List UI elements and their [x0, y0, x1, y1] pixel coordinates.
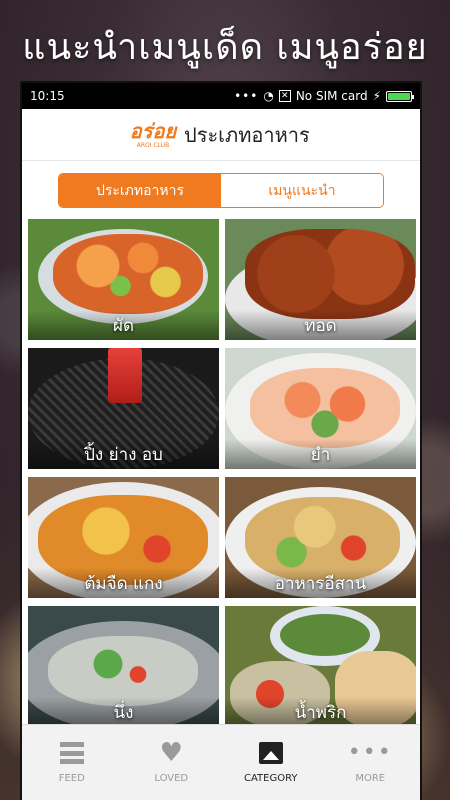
- nav-label: FEED: [58, 773, 85, 784]
- category-label: ทอด: [225, 310, 416, 340]
- image-icon: [258, 741, 284, 765]
- bottom-navigation: FEED ♥ LOVED CATEGORY ••• MORE: [22, 724, 420, 800]
- nav-label: CATEGORY: [243, 773, 298, 784]
- category-label: ปิ้ง ย่าง อบ: [28, 439, 219, 469]
- food-photo: [250, 368, 400, 448]
- status-bar: 10:15 ••• ◔ ✕ No SIM card ⚡: [22, 83, 420, 109]
- app-logo: อร่อย AROI CLUB: [130, 115, 176, 155]
- food-photo: [53, 234, 203, 314]
- food-photo: [280, 614, 370, 656]
- logo-subtext: AROI CLUB: [136, 142, 170, 149]
- food-photo: [48, 636, 198, 706]
- network-status: No SIM card: [295, 89, 368, 103]
- app-bar: อร่อย AROI CLUB ประเภทอาหาร: [22, 109, 420, 161]
- category-tile-salad[interactable]: ยำ: [225, 348, 416, 469]
- nav-loved[interactable]: ♥ LOVED: [122, 725, 222, 800]
- nav-more[interactable]: ••• MORE: [321, 725, 421, 800]
- page-title: ประเภทอาหาร: [184, 122, 310, 147]
- status-icons: ••• ◔ ✕ No SIM card ⚡: [234, 89, 414, 103]
- category-tile-soup-curry[interactable]: ต้มจืด แกง: [28, 477, 219, 598]
- nav-label: MORE: [355, 773, 386, 784]
- heart-icon: ♥: [159, 738, 183, 768]
- food-image: [108, 348, 142, 403]
- dots-icon: •••: [234, 89, 259, 103]
- category-tile-fried[interactable]: ทอด: [225, 219, 416, 340]
- sim-icon: ✕: [278, 90, 291, 102]
- tab-recommended[interactable]: เมนูแนะนำ: [221, 174, 383, 207]
- promo-title: แนะนำเมนูเด็ด เมนูอร่อย: [22, 27, 428, 68]
- charging-icon: ⚡: [372, 89, 381, 103]
- category-label: ยำ: [225, 439, 416, 469]
- category-tile-grill[interactable]: ปิ้ง ย่าง อบ: [28, 348, 219, 469]
- category-tile-isan[interactable]: อาหารอีสาน: [225, 477, 416, 598]
- category-tile-steamed[interactable]: นึ่ง: [28, 606, 219, 727]
- category-tile-chili-paste[interactable]: น้ำพริก: [225, 606, 416, 727]
- nav-feed[interactable]: FEED: [22, 725, 122, 800]
- category-label: น้ำพริก: [225, 697, 416, 727]
- more-icon: •••: [347, 740, 393, 765]
- food-photo: [245, 229, 415, 319]
- battery-icon: [386, 90, 414, 102]
- category-tile-stir-fry[interactable]: ผัด: [28, 219, 219, 340]
- category-label: นึ่ง: [28, 697, 219, 727]
- status-time: 10:15: [30, 89, 65, 103]
- feed-icon: [59, 741, 85, 765]
- category-grid: ผัด ทอด ปิ้ง ย่าง อบ ยำ ต้มจืด แกง อาหาร…: [28, 219, 416, 727]
- nav-category[interactable]: CATEGORY: [221, 725, 321, 800]
- category-label: ต้มจืด แกง: [28, 568, 219, 598]
- nav-label: LOVED: [154, 773, 189, 784]
- logo-text: อร่อย: [129, 119, 177, 143]
- wifi-icon: ◔: [263, 89, 274, 103]
- category-label: อาหารอีสาน: [225, 568, 416, 598]
- phone-screen: 10:15 ••• ◔ ✕ No SIM card ⚡ อร่อย AROI C…: [22, 83, 420, 800]
- tab-food-types[interactable]: ประเภทอาหาร: [59, 174, 221, 207]
- category-label: ผัด: [28, 310, 219, 340]
- segment-tabs: ประเภทอาหาร เมนูแนะนำ: [58, 173, 384, 208]
